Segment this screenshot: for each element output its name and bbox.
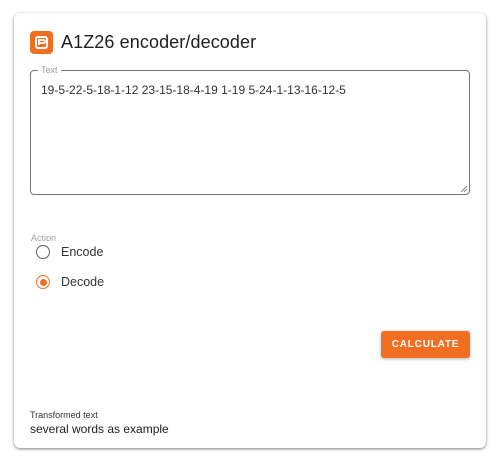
decode-label: Decode bbox=[61, 275, 105, 289]
encode-label: Encode bbox=[61, 245, 104, 259]
result-label: Transformed text bbox=[30, 410, 98, 420]
encode-radio[interactable] bbox=[36, 245, 50, 259]
decode-option[interactable]: Decode bbox=[36, 275, 104, 289]
calculate-button[interactable]: CALCULATE bbox=[381, 331, 470, 358]
text-field-label: Text bbox=[38, 65, 61, 76]
calculator-card: A1Z26 encoder/decoder Text 19-5-22-5-18-… bbox=[14, 13, 486, 448]
text-input-field[interactable]: Text 19-5-22-5-18-1-12 23-15-18-4-19 1-1… bbox=[30, 65, 470, 195]
action-label: Action bbox=[31, 233, 57, 243]
decode-radio[interactable] bbox=[36, 275, 50, 289]
page-title: A1Z26 encoder/decoder bbox=[61, 32, 257, 52]
resize-handle-icon[interactable] bbox=[459, 184, 468, 193]
encode-option[interactable]: Encode bbox=[36, 245, 103, 259]
radio-selected-dot bbox=[39, 278, 47, 286]
calculator-header: A1Z26 encoder/decoder bbox=[30, 31, 256, 54]
planetcalc-logo-icon bbox=[30, 31, 53, 54]
text-input[interactable]: 19-5-22-5-18-1-12 23-15-18-4-19 1-19 5-2… bbox=[41, 82, 459, 98]
result-value: several words as example bbox=[30, 422, 169, 436]
